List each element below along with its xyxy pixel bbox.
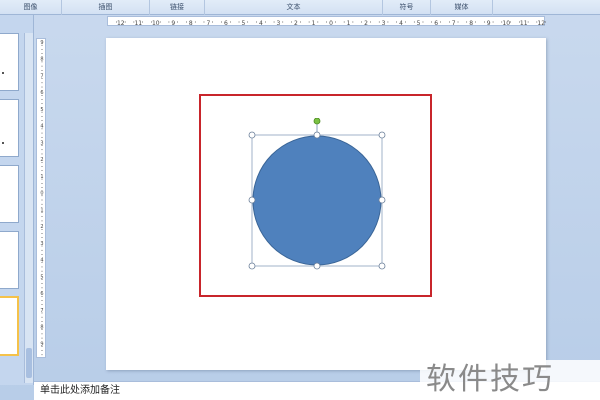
ribbon-group-symbols[interactable]: 符号 bbox=[383, 0, 431, 15]
scrollbar-thumb[interactable] bbox=[26, 348, 32, 378]
resize-handle-left[interactable] bbox=[248, 196, 256, 204]
ruler-label: 1 bbox=[312, 20, 316, 27]
ruler-label: 9 bbox=[40, 40, 43, 46]
ruler-label: 2 bbox=[40, 224, 43, 230]
ruler-label: 2 bbox=[294, 20, 298, 27]
ruler-label: 3 bbox=[277, 20, 281, 27]
ruler-label: 9 bbox=[40, 341, 43, 347]
ruler-label: 10 bbox=[152, 20, 160, 27]
ruler-label: 12 bbox=[117, 20, 125, 27]
ruler-label: 6 bbox=[224, 20, 228, 27]
slide-thumbnail[interactable] bbox=[0, 231, 19, 289]
ribbon-group-image[interactable]: 图像 bbox=[0, 0, 62, 15]
watermark-text: 软件技巧 bbox=[420, 360, 600, 400]
ruler-label: 6 bbox=[434, 20, 438, 27]
ruler-label: 4 bbox=[40, 124, 43, 130]
ruler-label: 3 bbox=[40, 241, 43, 247]
ruler-label: 8 bbox=[189, 20, 193, 27]
slide-canvas[interactable] bbox=[106, 38, 546, 370]
ruler-label: 4 bbox=[40, 258, 43, 264]
ruler-label: 0 bbox=[329, 20, 333, 27]
thumbnail-bullet bbox=[2, 142, 4, 144]
ruler-label: 5 bbox=[40, 107, 43, 113]
ruler-label: 1 bbox=[347, 20, 351, 27]
ribbon-group-text[interactable]: 文本 bbox=[205, 0, 383, 15]
rotate-handle[interactable] bbox=[313, 118, 321, 125]
resize-handle-top[interactable] bbox=[313, 131, 321, 139]
resize-handle-bottom-left[interactable] bbox=[248, 262, 256, 270]
ruler-label: 2 bbox=[364, 20, 368, 27]
pane-scrollbar[interactable] bbox=[24, 33, 33, 383]
slide-thumbnail-pane[interactable] bbox=[0, 15, 34, 385]
resize-handle-top-right[interactable] bbox=[378, 131, 386, 139]
ribbon-group-media[interactable]: 媒体 bbox=[431, 0, 493, 15]
ruler-label: 8 bbox=[40, 57, 43, 63]
ruler-label: 5 bbox=[40, 274, 43, 280]
ruler-label: 6 bbox=[40, 291, 43, 297]
blue-circle[interactable] bbox=[252, 135, 382, 266]
ribbon-group-labels: 图像 插图 链接 文本 符号 媒体 bbox=[0, 0, 600, 15]
ruler-ticks: 12 11 10 9 8 7 6 5 4 3 2 1 0 1 2 3 4 5 6 7 8 9 10 11 12 bbox=[116, 20, 546, 27]
thumbnail-bullet bbox=[2, 72, 4, 74]
ruler-label: 5 bbox=[241, 20, 245, 27]
ruler-label: 4 bbox=[399, 20, 403, 27]
resize-handle-top-left[interactable] bbox=[248, 131, 256, 139]
ruler-label: 7 bbox=[452, 20, 456, 27]
ruler-label: 7 bbox=[206, 20, 210, 27]
ruler-label: 0 bbox=[40, 191, 43, 197]
ruler-label: 6 bbox=[40, 90, 43, 96]
ruler-label: 7 bbox=[40, 73, 43, 79]
ruler-label: 3 bbox=[382, 20, 386, 27]
ruler-label: 9 bbox=[487, 20, 491, 27]
ruler-label: 3 bbox=[40, 140, 43, 146]
selected-circle-shape[interactable] bbox=[246, 118, 386, 318]
ruler-label: 10 bbox=[502, 20, 510, 27]
ruler-label: 7 bbox=[40, 308, 43, 314]
ruler-label: 1 bbox=[40, 174, 43, 180]
ruler-ticks: 9 8 7 6 5 4 3 2 1 0 1 2 3 4 5 6 7 8 9 bbox=[40, 40, 44, 356]
ruler-label: 11 bbox=[134, 20, 142, 27]
ruler-label: 1 bbox=[40, 207, 43, 213]
ribbon-group-illustrations[interactable]: 插图 bbox=[62, 0, 150, 15]
horizontal-ruler[interactable]: 12 11 10 9 8 7 6 5 4 3 2 1 0 1 2 3 4 5 6 7 8 9 10 11 12 bbox=[107, 16, 546, 27]
resize-handle-bottom-right[interactable] bbox=[378, 262, 386, 270]
vertical-ruler[interactable]: 9 8 7 6 5 4 3 2 1 0 1 2 3 4 5 6 7 8 9 bbox=[36, 38, 46, 358]
slide-thumbnail-active[interactable] bbox=[0, 296, 19, 356]
ruler-label: 4 bbox=[259, 20, 263, 27]
ruler-label: 8 bbox=[40, 325, 43, 331]
ruler-label: 11 bbox=[520, 20, 528, 27]
ruler-label: 2 bbox=[40, 157, 43, 163]
resize-handle-right[interactable] bbox=[378, 196, 386, 204]
ribbon-group-links[interactable]: 链接 bbox=[150, 0, 205, 15]
slide-thumbnail[interactable] bbox=[0, 165, 19, 223]
resize-handle-bottom[interactable] bbox=[313, 262, 321, 270]
ruler-label: 12 bbox=[537, 20, 545, 27]
ruler-label: 9 bbox=[171, 20, 175, 27]
slide-thumbnail[interactable] bbox=[0, 33, 19, 91]
ruler-label: 8 bbox=[469, 20, 473, 27]
ruler-label: 5 bbox=[417, 20, 421, 27]
slide-thumbnail[interactable] bbox=[0, 99, 19, 157]
